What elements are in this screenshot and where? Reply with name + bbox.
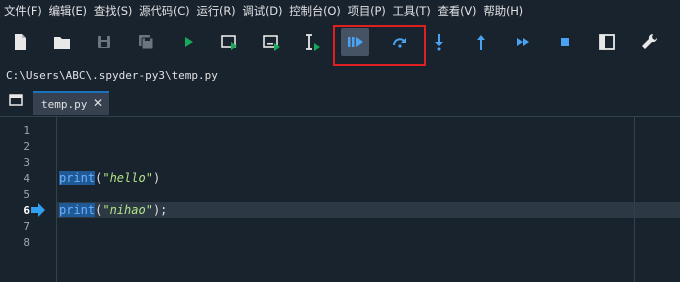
step-into-button[interactable]: [425, 28, 453, 56]
file-path: C:\Users\ABC\.spyder-py3\temp.py: [6, 68, 218, 82]
editor-tab-bar: temp.py ✕: [0, 86, 680, 116]
run-button[interactable]: [174, 28, 202, 56]
browse-tabs-button[interactable]: [8, 92, 24, 108]
tab-temp-py[interactable]: temp.py ✕: [33, 91, 109, 115]
stop-icon: [561, 38, 569, 46]
function-name: print: [59, 203, 96, 217]
edge-line: [634, 117, 635, 282]
run-selection-button[interactable]: [298, 28, 326, 56]
line-number-gutter: 1 2 3 4 5 6 7 8: [0, 117, 56, 282]
menu-search[interactable]: 查找(S): [90, 3, 135, 19]
line-number: 7: [23, 220, 30, 233]
step-return-button[interactable]: [467, 28, 495, 56]
menu-help[interactable]: 帮助(H): [479, 3, 526, 19]
paren: );: [152, 203, 168, 217]
menu-bar: 文件(F) 编辑(E) 查找(S) 源代码(C) 运行(R) 调试(D) 控制台…: [0, 0, 680, 22]
save-button[interactable]: [90, 28, 118, 56]
menu-consoles[interactable]: 控制台(O): [285, 3, 343, 19]
open-file-button[interactable]: [48, 28, 76, 56]
run-cell-advance-icon: [263, 35, 280, 51]
file-path-bar: C:\Users\ABC\.spyder-py3\temp.py: [0, 64, 680, 86]
run-icon: [185, 37, 193, 47]
line-number-current: 6: [23, 204, 30, 217]
line-number: 3: [23, 156, 30, 169]
continue-button[interactable]: [509, 28, 537, 56]
line-number: 8: [23, 236, 30, 249]
maximize-pane-icon: [599, 34, 615, 50]
menu-file[interactable]: 文件(F): [0, 3, 45, 19]
line-number: 1: [23, 124, 30, 137]
menu-debug[interactable]: 调试(D): [238, 3, 285, 19]
code-line-4: print("hello"): [59, 171, 160, 185]
code-editor[interactable]: 1 2 3 4 5 6 7 8 print("hello") print("ni…: [0, 116, 680, 282]
run-cell-advance-button[interactable]: [258, 28, 286, 56]
menu-edit[interactable]: 编辑(E): [45, 3, 90, 19]
run-selection-icon: [306, 34, 320, 51]
new-file-icon: [15, 34, 26, 50]
menu-run[interactable]: 运行(R): [192, 3, 238, 19]
menu-projects[interactable]: 项目(P): [344, 3, 389, 19]
debug-controls-highlight: [333, 25, 426, 66]
step-into-icon: [435, 34, 443, 51]
line-number: 2: [23, 140, 30, 153]
new-file-button[interactable]: [6, 28, 34, 56]
preferences-button[interactable]: [635, 28, 663, 56]
code-line-6: print("nihao");: [59, 203, 167, 217]
string-literal: "hello": [102, 171, 153, 185]
wrench-icon: [642, 33, 658, 49]
menu-view[interactable]: 查看(V): [434, 3, 480, 19]
run-cell-icon: [221, 35, 237, 50]
line-number: 5: [23, 188, 30, 201]
run-cell-button[interactable]: [216, 28, 244, 56]
save-all-button[interactable]: [132, 28, 160, 56]
open-folder-icon: [54, 37, 70, 49]
menu-source[interactable]: 源代码(C): [135, 3, 192, 19]
menu-tools[interactable]: 工具(T): [389, 3, 434, 19]
continue-icon: [517, 38, 529, 46]
gutter-divider: [56, 117, 57, 282]
line-number: 4: [23, 172, 30, 185]
function-name: print: [59, 171, 96, 185]
paren: ): [152, 171, 161, 185]
save-icon: [98, 36, 110, 48]
close-icon[interactable]: ✕: [93, 96, 103, 110]
stop-button[interactable]: [551, 28, 579, 56]
string-literal: "nihao": [102, 203, 153, 217]
maximize-pane-button[interactable]: [593, 28, 621, 56]
step-return-icon: [477, 35, 485, 50]
save-all-icon: [139, 35, 154, 50]
window-icon: [9, 94, 23, 106]
tab-label: temp.py: [41, 97, 88, 111]
debugger-current-line-arrow-icon: [31, 203, 45, 217]
